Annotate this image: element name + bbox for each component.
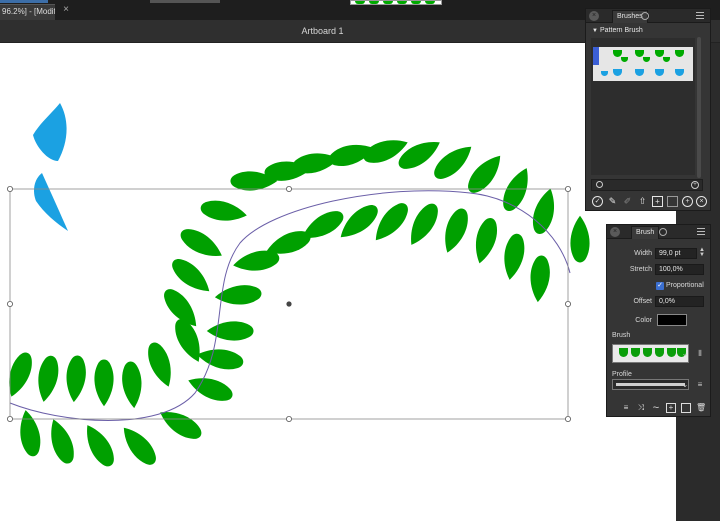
document-tab-label: 96.2%] - [Modified] xyxy=(2,7,55,16)
trash-icon[interactable]: 🗑 xyxy=(696,403,706,413)
green-leaf xyxy=(160,412,202,439)
panel-options-icon[interactable] xyxy=(641,12,649,20)
green-leaf xyxy=(468,155,501,193)
blue-leaf-bottom[interactable] xyxy=(34,173,68,231)
category-label: Pattern Brush xyxy=(600,27,643,34)
artboard-title: Artboard 1 xyxy=(301,26,344,36)
brush-bottom-toolbar: ≡ ⤨ ~ + 🗑 xyxy=(621,403,711,415)
brush-list xyxy=(591,38,695,175)
add-icon[interactable]: + xyxy=(666,403,676,413)
triangle-down-icon: ▼ xyxy=(592,28,598,34)
zoom-in-icon[interactable]: + xyxy=(691,181,699,189)
blue-leaf-pair[interactable] xyxy=(33,103,68,231)
toolbar-segment xyxy=(0,0,48,3)
toolbar-segment xyxy=(150,0,220,3)
search-icon xyxy=(596,181,603,188)
apply-icon[interactable]: ✓ xyxy=(592,196,603,207)
color-swatch[interactable] xyxy=(657,314,687,326)
settings-icon[interactable]: ≡ xyxy=(621,403,631,413)
brush-category[interactable]: ▼ Pattern Brush xyxy=(592,27,643,34)
green-leaf xyxy=(504,233,525,280)
duplicate-icon[interactable] xyxy=(667,196,678,207)
artboard-thumbnail[interactable] xyxy=(350,0,442,5)
green-leaf xyxy=(475,218,498,264)
color-label: Color xyxy=(635,317,652,324)
app-window: 96.2%] - [Modified] × Artboard 1 xyxy=(0,0,720,521)
green-leaf xyxy=(214,285,262,305)
green-leaf xyxy=(197,349,244,370)
menu-icon[interactable] xyxy=(696,12,704,19)
add-circle-icon[interactable]: + xyxy=(682,196,693,207)
add-icon[interactable]: + xyxy=(652,196,663,207)
menu-icon[interactable] xyxy=(697,228,705,235)
profile-label: Profile xyxy=(612,371,632,378)
rect-icon[interactable] xyxy=(681,403,691,413)
brush-preview[interactable] xyxy=(612,344,689,363)
close-icon[interactable]: × xyxy=(60,4,72,16)
canvas[interactable] xyxy=(0,43,676,521)
width-field[interactable]: 99,0 pt xyxy=(655,248,697,259)
brush-label: Brush xyxy=(612,332,631,339)
chevron-down-icon[interactable]: ⌄ xyxy=(681,381,689,389)
profile-selector[interactable] xyxy=(612,379,689,390)
stretch-label: Stretch xyxy=(629,266,652,273)
green-leaf xyxy=(51,419,74,464)
brush-search[interactable]: + xyxy=(591,179,703,191)
selection-marker xyxy=(593,47,599,65)
pattern-settings-icon[interactable]: ⦀ xyxy=(696,350,704,358)
brushes-panel: × Brushes ▼ Pattern Brush + ✓ ✎ ✐ ⇧ + + … xyxy=(585,8,711,211)
wave-icon[interactable]: ~ xyxy=(651,403,661,414)
green-leaf xyxy=(123,427,156,465)
width-label: Width xyxy=(634,250,652,257)
proportional-checkbox[interactable]: ✓ xyxy=(656,282,664,290)
green-leaf xyxy=(445,208,468,253)
brushes-tab-label: Brushes xyxy=(617,13,643,20)
green-leaf xyxy=(38,355,59,402)
brush-item-blue[interactable] xyxy=(593,65,693,81)
green-leaf xyxy=(206,321,254,341)
green-leaf xyxy=(20,410,41,457)
green-leaf xyxy=(375,203,408,241)
profile-settings-icon[interactable]: ≡ xyxy=(696,381,704,389)
green-leaf xyxy=(9,352,32,397)
green-leaf xyxy=(530,255,550,303)
stepper-icon[interactable]: ▲ ▼ xyxy=(698,247,706,259)
offset-field[interactable]: 0,0% xyxy=(655,296,704,307)
green-leaf xyxy=(94,359,114,407)
green-leaf xyxy=(122,361,142,409)
brush-panel: × Brush Width 99,0 pt ▲ ▼ Stretch 100,0% … xyxy=(606,224,711,417)
rotation-center[interactable] xyxy=(286,301,292,307)
close-panel-icon[interactable]: × xyxy=(610,227,620,237)
green-leaf xyxy=(188,378,233,401)
delete-circle-icon[interactable]: × xyxy=(696,196,707,207)
edit-icon[interactable]: ✎ xyxy=(607,196,618,207)
canvas-artwork[interactable] xyxy=(0,43,676,521)
green-leaf xyxy=(411,203,438,245)
brush-item-green[interactable] xyxy=(593,47,693,65)
green-leaf xyxy=(340,205,378,238)
green-leaf xyxy=(200,200,247,221)
shuffle-icon[interactable]: ⤨ xyxy=(636,403,646,413)
pencil-icon[interactable]: ✐ xyxy=(622,196,633,207)
green-leaf xyxy=(180,229,222,256)
proportional-label: Proportional xyxy=(666,282,704,289)
blue-leaf-top[interactable] xyxy=(33,103,67,161)
stretch-field[interactable]: 100,0% xyxy=(655,264,704,275)
scrollbar[interactable] xyxy=(697,37,701,178)
brush-tab-label: Brush xyxy=(636,229,655,236)
tab-brush[interactable]: Brush xyxy=(631,226,660,239)
green-leaf xyxy=(148,342,171,387)
panel-options-icon[interactable] xyxy=(659,228,667,236)
close-panel-icon[interactable]: × xyxy=(589,11,599,21)
green-leaf xyxy=(87,425,114,467)
brush-tab-bar: × Brush xyxy=(607,225,710,239)
offset-label: Offset xyxy=(633,298,652,305)
export-icon[interactable]: ⇧ xyxy=(637,196,648,207)
green-leaf xyxy=(66,355,86,403)
green-leaf xyxy=(570,215,590,263)
document-tab[interactable]: 96.2%] - [Modified] xyxy=(0,4,55,20)
brushes-tab-bar: × Brushes xyxy=(586,9,710,23)
chevron-down-icon[interactable]: ⌄ xyxy=(681,350,689,358)
brushes-toolbar: ✓ ✎ ✐ ⇧ + + × xyxy=(592,196,707,210)
